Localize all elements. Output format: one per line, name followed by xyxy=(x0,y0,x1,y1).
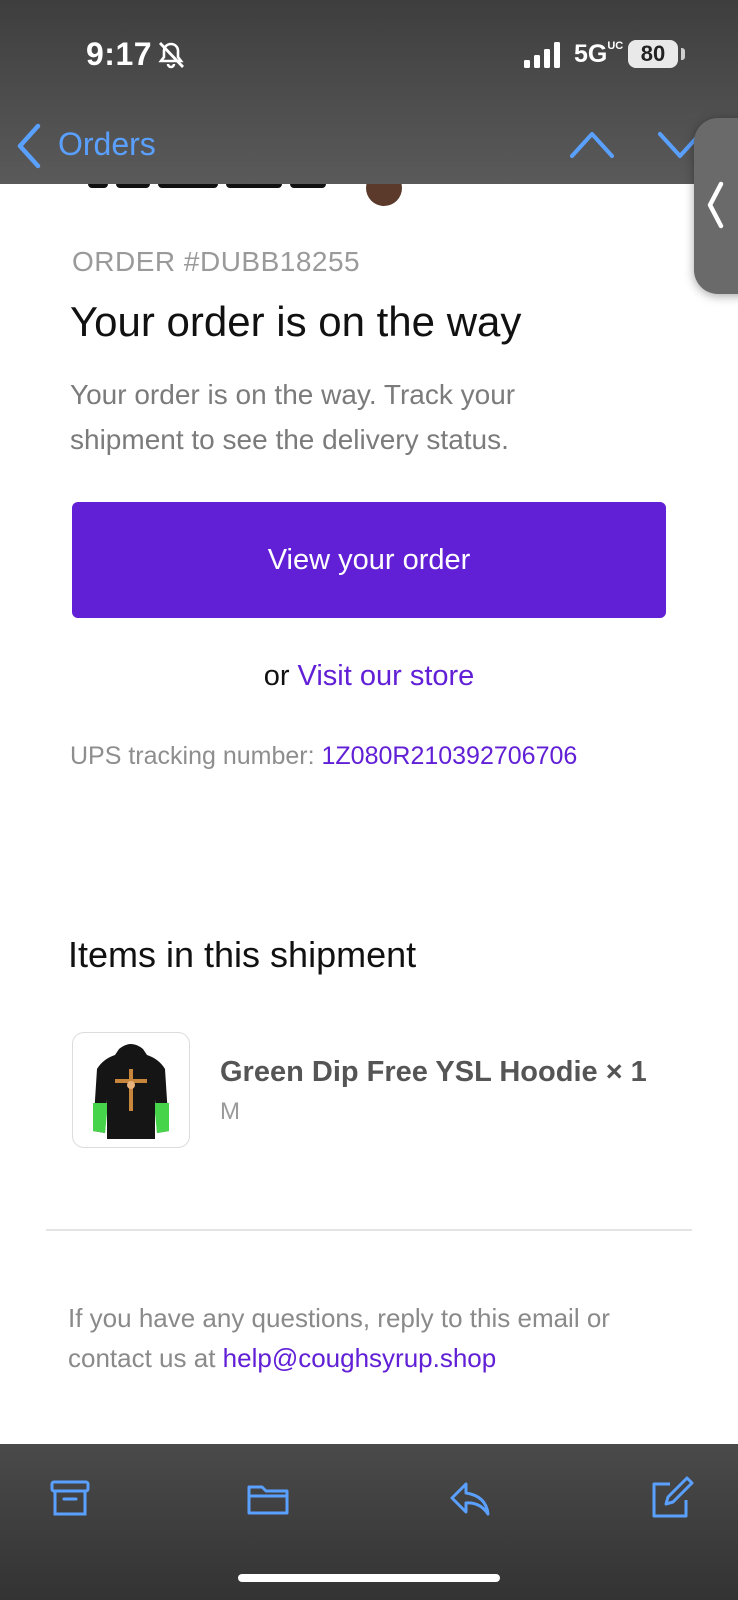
mail-nav-bar: Orders xyxy=(0,112,738,182)
chevron-left-icon xyxy=(707,181,724,229)
support-email-link[interactable]: help@coughsyrup.shop xyxy=(223,1343,497,1373)
silent-bell-icon xyxy=(158,42,185,69)
product-image[interactable] xyxy=(72,1032,190,1148)
or-text: or xyxy=(263,660,290,692)
tracking-label: UPS tracking number: xyxy=(70,742,315,770)
status-time: 9:17 xyxy=(86,36,153,72)
tracking-line: UPS tracking number: 1Z080R210392706706 xyxy=(70,742,577,771)
folder-icon[interactable] xyxy=(246,1476,290,1520)
hoodie-image xyxy=(93,1044,169,1139)
side-collapse-tab[interactable] xyxy=(694,118,738,294)
cellular-signal-icon xyxy=(524,42,560,68)
network-type: 5GUC xyxy=(574,40,624,68)
footer-contact-text: If you have any questions, reply to this… xyxy=(68,1298,668,1378)
archive-icon[interactable] xyxy=(48,1476,92,1520)
reply-icon[interactable] xyxy=(448,1476,492,1520)
order-number: ORDER #DUBB18255 xyxy=(72,246,361,277)
item-name: Green Dip Free YSL Hoodie × 1 xyxy=(220,1056,647,1088)
battery-tip xyxy=(681,48,685,60)
tracking-number-link[interactable]: 1Z080R210392706706 xyxy=(322,742,578,770)
visit-store-link[interactable]: Visit our store xyxy=(298,660,475,692)
compose-icon[interactable] xyxy=(650,1476,694,1520)
battery-indicator: 80 xyxy=(628,40,678,68)
store-link-line: or Visit our store xyxy=(0,660,738,693)
view-order-button[interactable]: View your order xyxy=(72,502,666,618)
back-chevron-icon[interactable] xyxy=(16,122,42,170)
section-divider xyxy=(46,1229,692,1231)
email-headline: Your order is on the way xyxy=(70,298,522,345)
email-description: Your order is on the way. Track your shi… xyxy=(70,379,516,455)
items-section-title: Items in this shipment xyxy=(68,934,417,975)
back-button-orders[interactable]: Orders xyxy=(58,126,156,163)
top-bar: 9:17 5GUC 80 Orders xyxy=(0,0,738,184)
previous-message-icon[interactable] xyxy=(570,130,614,160)
item-variant: M xyxy=(220,1098,240,1125)
home-indicator[interactable] xyxy=(238,1574,500,1582)
status-bar: 9:17 5GUC 80 xyxy=(0,0,738,110)
